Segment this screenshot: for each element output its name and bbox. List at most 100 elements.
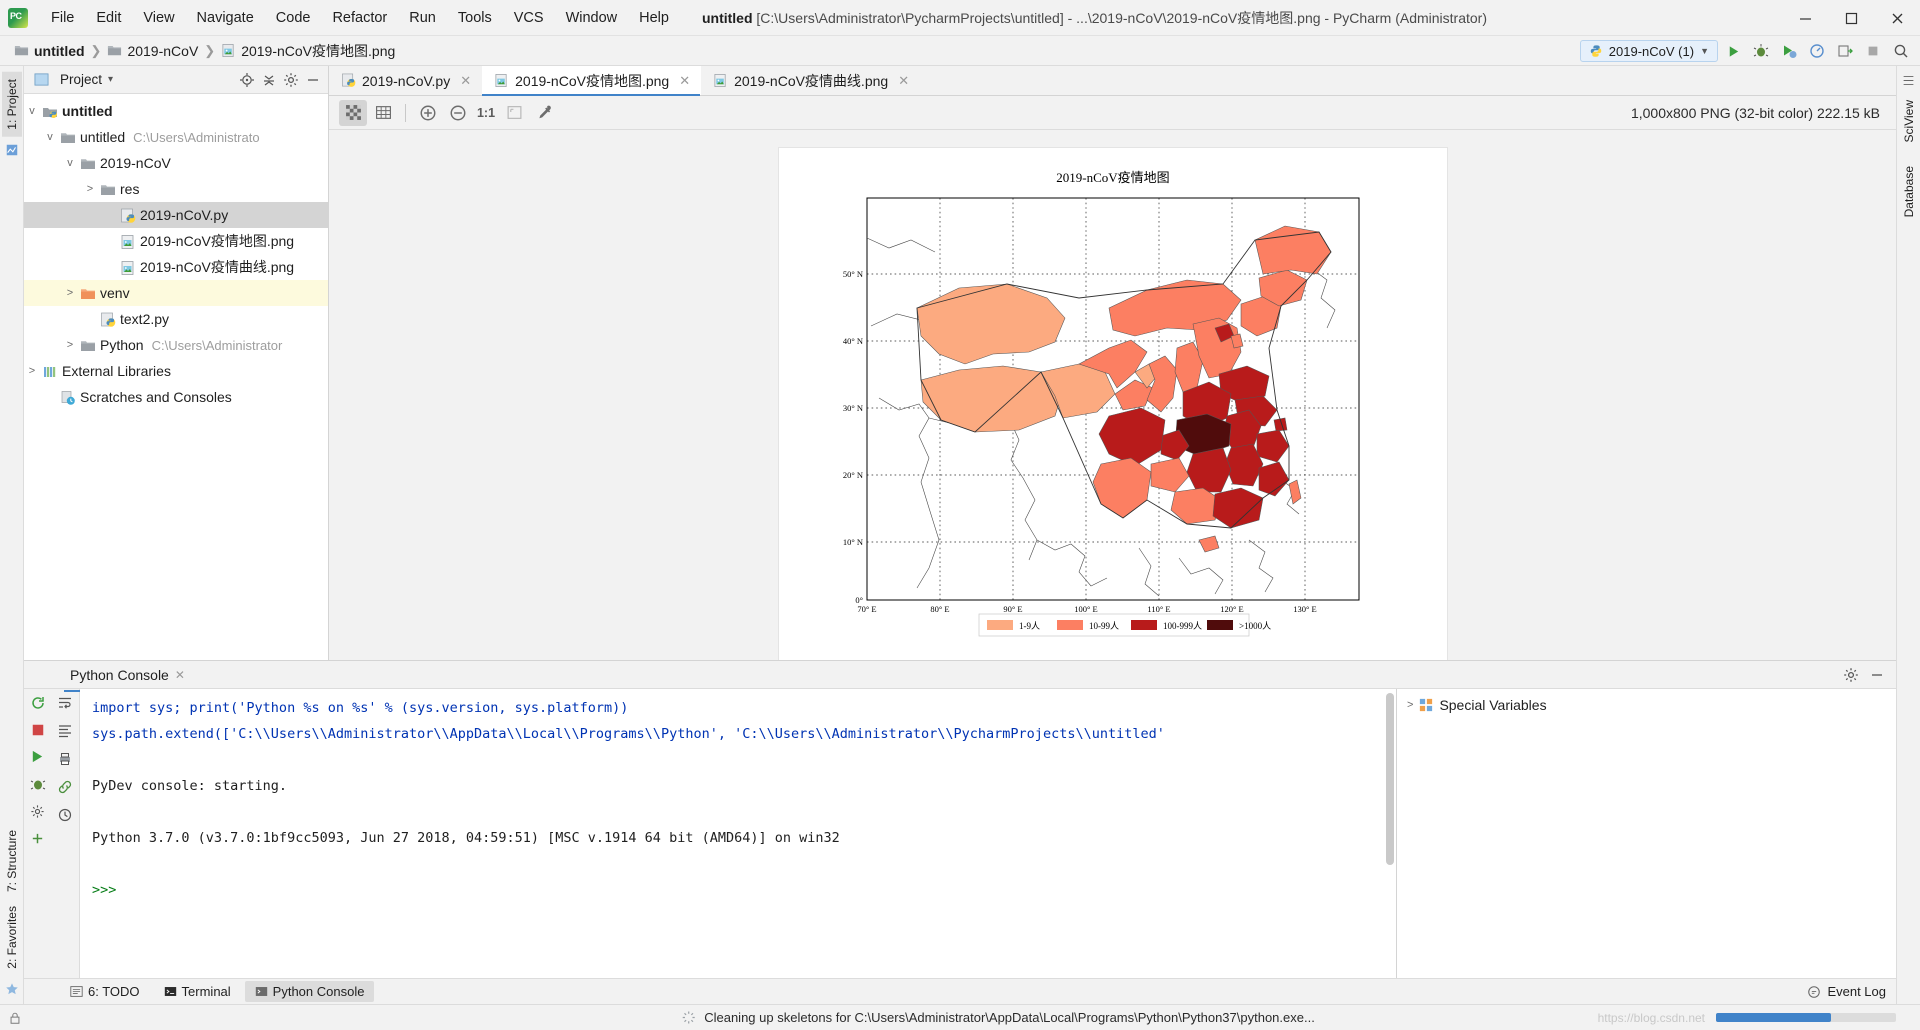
tab-2019-ncov-curve-png[interactable]: 2019-nCoV疫情曲线.png ✕: [701, 66, 920, 95]
center-column: Project ▾ v untitled v untitled C:\Users…: [24, 66, 1896, 1004]
tree-row-curve-png[interactable]: 2019-nCoV疫情曲线.png: [24, 254, 328, 280]
breadcrumb-item-image[interactable]: 2019-nCoV疫情地图.png: [241, 41, 395, 61]
tree-row-res[interactable]: > res: [24, 176, 328, 202]
tree-label: res: [120, 181, 140, 197]
close-icon[interactable]: ✕: [679, 73, 690, 89]
execute-icon[interactable]: [30, 749, 45, 764]
history-icon[interactable]: [57, 807, 73, 823]
rerun-icon[interactable]: [30, 695, 46, 711]
soft-wrap-icon[interactable]: [57, 695, 73, 711]
sidebar-item-sciview[interactable]: SciView: [1899, 93, 1919, 149]
hide-icon[interactable]: [302, 69, 324, 91]
tree-row-untitled-module[interactable]: v untitled C:\Users\Administrato: [24, 124, 328, 150]
tree-row-external-libraries[interactable]: > External Libraries: [24, 358, 328, 384]
minimize-button[interactable]: [1782, 0, 1828, 36]
menu-vcs[interactable]: VCS: [503, 6, 555, 30]
locate-icon[interactable]: [236, 69, 258, 91]
chessboard-icon[interactable]: [339, 99, 367, 126]
stretch-icon[interactable]: [1902, 74, 1915, 87]
bottom-tab-terminal[interactable]: Terminal: [154, 981, 241, 1002]
close-icon[interactable]: ✕: [898, 73, 909, 89]
gear-icon[interactable]: [1840, 664, 1862, 686]
attach-button[interactable]: [1832, 39, 1858, 63]
menu-run[interactable]: Run: [398, 6, 447, 30]
run-configuration-selector[interactable]: 2019-nCoV (1) ▼: [1579, 40, 1718, 62]
tab-2019-ncov-py[interactable]: 2019-nCoV.py ✕: [329, 66, 482, 95]
menu-tools[interactable]: Tools: [447, 6, 503, 30]
folder-icon: [80, 156, 95, 171]
sidebar-item-structure[interactable]: 7: Structure: [2, 823, 22, 899]
bottom-tab-python-console[interactable]: Python Console: [244, 981, 375, 1002]
console-line: PyDev console: starting.: [92, 778, 288, 794]
sidebar-item-favorites[interactable]: 2: Favorites: [2, 899, 22, 976]
scroll-to-end-icon[interactable]: [57, 723, 73, 739]
tree-row-scratches[interactable]: Scratches and Consoles: [24, 384, 328, 410]
hide-icon[interactable]: [1866, 664, 1888, 686]
console-output[interactable]: import sys; print('Python %s on %s' % (s…: [80, 689, 1396, 978]
breadcrumb-item-2019ncov[interactable]: 2019-nCoV: [127, 43, 198, 59]
chevron-down-icon[interactable]: v: [24, 105, 40, 117]
eyedropper-icon[interactable]: [530, 100, 558, 126]
menu-view[interactable]: View: [132, 6, 185, 30]
event-log-label: Event Log: [1827, 984, 1886, 999]
run-button[interactable]: [1720, 39, 1746, 63]
bottom-tab-todo[interactable]: 6: TODO: [60, 981, 150, 1002]
sidebar-item-project[interactable]: 1: Project: [1, 72, 22, 137]
add-icon[interactable]: [30, 831, 45, 846]
chevron-right-icon[interactable]: >: [1407, 699, 1413, 711]
lock-icon[interactable]: [8, 1011, 22, 1025]
event-log-button[interactable]: Event Log: [1807, 984, 1886, 999]
tab-2019-ncov-map-png[interactable]: 2019-nCoV疫情地图.png ✕: [482, 66, 702, 96]
maximize-button[interactable]: [1828, 0, 1874, 36]
search-icon[interactable]: [1888, 39, 1914, 63]
sidebar-item-database[interactable]: Database: [1899, 159, 1919, 224]
tree-row-untitled-root[interactable]: v untitled: [24, 98, 328, 124]
chevron-right-icon[interactable]: >: [82, 183, 98, 195]
chevron-right-icon[interactable]: >: [24, 365, 40, 377]
link-icon[interactable]: [57, 779, 73, 795]
settings-icon[interactable]: [30, 804, 45, 819]
stop-button[interactable]: [1860, 39, 1886, 63]
favorites-star-icon[interactable]: [5, 982, 19, 996]
grid-icon[interactable]: [369, 100, 397, 126]
menu-edit[interactable]: Edit: [85, 6, 132, 30]
tree-row-2019ncov-py[interactable]: 2019-nCoV.py: [24, 202, 328, 228]
close-button[interactable]: [1874, 0, 1920, 36]
tree-row-venv[interactable]: > venv: [24, 280, 328, 306]
image-stage[interactable]: 2019-nCoV疫情地图 0° 10° N 20° N 30° N 40° N…: [329, 130, 1896, 660]
gear-icon[interactable]: [280, 69, 302, 91]
menu-file[interactable]: File: [40, 6, 85, 30]
fit-window-icon[interactable]: [500, 100, 528, 126]
collapse-all-icon[interactable]: [258, 69, 280, 91]
stop-icon[interactable]: [31, 723, 45, 737]
chevron-right-icon[interactable]: >: [62, 339, 78, 351]
menu-navigate[interactable]: Navigate: [186, 6, 265, 30]
menu-window[interactable]: Window: [555, 6, 629, 30]
chevron-down-icon[interactable]: ▾: [108, 74, 113, 85]
print-icon[interactable]: [57, 751, 73, 767]
close-icon[interactable]: ✕: [460, 73, 471, 89]
profile-button[interactable]: [1804, 39, 1830, 63]
tree-row-2019ncov[interactable]: v 2019-nCoV: [24, 150, 328, 176]
chevron-down-icon[interactable]: v: [42, 131, 58, 143]
tree-row-map-png[interactable]: 2019-nCoV疫情地图.png: [24, 228, 328, 254]
tree-row-python-sdk[interactable]: > Python C:\Users\Administrator: [24, 332, 328, 358]
console-scrollbar[interactable]: [1386, 693, 1394, 865]
attach-debugger-icon[interactable]: [30, 776, 46, 792]
menu-refactor[interactable]: Refactor: [321, 6, 398, 30]
chevron-right-icon[interactable]: >: [62, 287, 78, 299]
tree-row-text2-py[interactable]: text2.py: [24, 306, 328, 332]
zoom-out-icon[interactable]: [444, 100, 472, 126]
menu-help[interactable]: Help: [628, 6, 680, 30]
console-tab-python-console[interactable]: Python Console ✕: [64, 663, 191, 692]
menu-edit-label: Edit: [96, 9, 122, 26]
actual-size-button[interactable]: 1:1: [474, 100, 498, 126]
chevron-down-icon[interactable]: v: [62, 157, 78, 169]
zoom-in-icon[interactable]: [414, 100, 442, 126]
close-icon[interactable]: ✕: [175, 668, 185, 682]
breadcrumb-item-untitled[interactable]: untitled: [34, 43, 85, 59]
menu-code[interactable]: Code: [265, 6, 322, 30]
run-coverage-button[interactable]: [1776, 39, 1802, 63]
special-variables-row[interactable]: > Special Variables: [1397, 689, 1896, 721]
debug-button[interactable]: [1748, 39, 1774, 63]
